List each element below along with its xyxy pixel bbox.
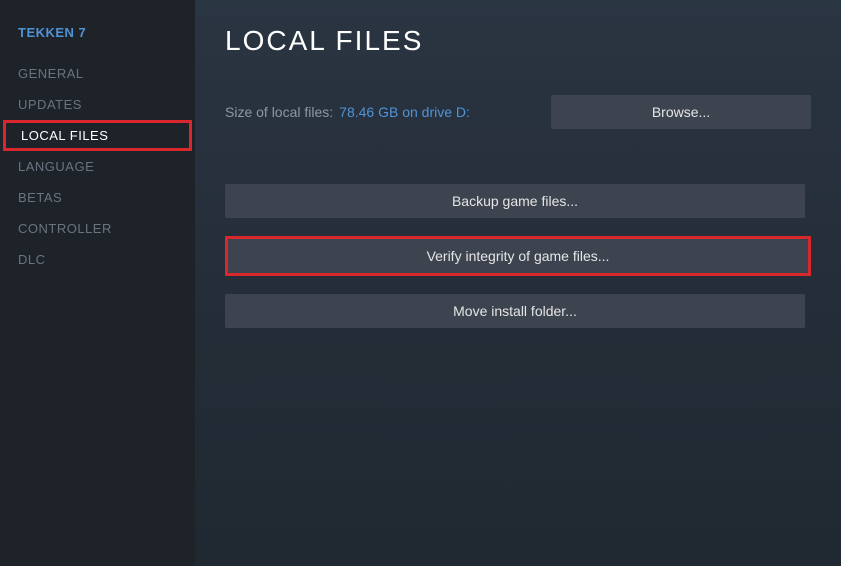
browse-button[interactable]: Browse... <box>551 95 811 129</box>
game-title: TEKKEN 7 <box>0 25 195 58</box>
move-button[interactable]: Move install folder... <box>225 294 805 328</box>
page-title: LOCAL FILES <box>225 25 811 57</box>
size-value: 78.46 GB on drive D: <box>339 104 545 120</box>
sidebar-item-language[interactable]: LANGUAGE <box>0 151 195 182</box>
highlight-sidebar: LOCAL FILES <box>3 120 192 151</box>
sidebar-item-controller[interactable]: CONTROLLER <box>0 213 195 244</box>
sidebar-item-local-files[interactable]: LOCAL FILES <box>21 128 174 143</box>
size-row: Size of local files: 78.46 GB on drive D… <box>225 95 811 129</box>
sidebar-item-general[interactable]: GENERAL <box>0 58 195 89</box>
main-content: LOCAL FILES Size of local files: 78.46 G… <box>195 0 841 566</box>
sidebar-item-dlc[interactable]: DLC <box>0 244 195 275</box>
highlight-main: Verify integrity of game files... <box>225 236 811 276</box>
size-label: Size of local files: <box>225 104 333 120</box>
sidebar-item-betas[interactable]: BETAS <box>0 182 195 213</box>
verify-button[interactable]: Verify integrity of game files... <box>228 239 808 273</box>
sidebar-item-updates[interactable]: UPDATES <box>0 89 195 120</box>
sidebar: TEKKEN 7 GENERAL UPDATES LOCAL FILES LAN… <box>0 0 195 566</box>
backup-button[interactable]: Backup game files... <box>225 184 805 218</box>
